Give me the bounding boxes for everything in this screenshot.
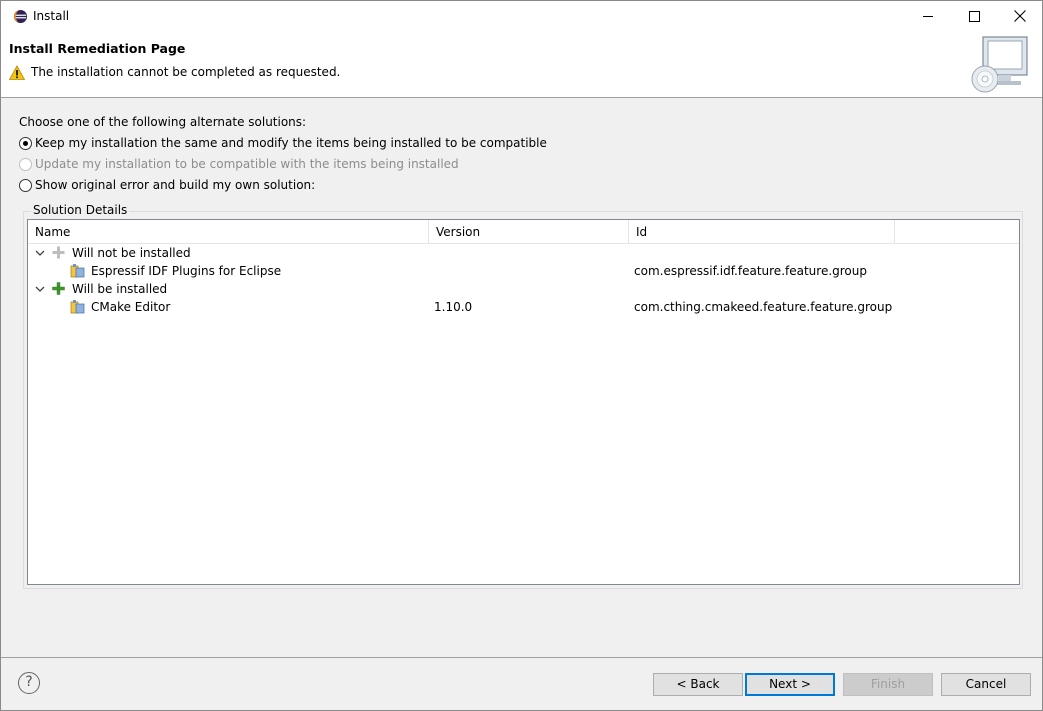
- eclipse-app-icon: [13, 9, 28, 24]
- title-bar: Install: [1, 1, 1042, 31]
- choose-prompt: Choose one of the following alternate so…: [19, 115, 307, 129]
- window-title: Install: [33, 9, 70, 23]
- solution-details-tree[interactable]: Name Version Id Will not be installed Es…: [27, 219, 1020, 585]
- option-label: Keep my installation the same and modify…: [35, 136, 547, 150]
- feature-name: Espressif IDF Plugins for Eclipse: [91, 264, 282, 278]
- table-row[interactable]: CMake Editor 1.10.0 com.cthing.cmakeed.f…: [28, 298, 1019, 316]
- table-row[interactable]: Espressif IDF Plugins for Eclipse com.es…: [28, 262, 1019, 280]
- next-button[interactable]: Next >: [745, 673, 835, 696]
- feature-name: CMake Editor: [91, 300, 171, 314]
- add-plus-green-icon: [52, 282, 65, 295]
- close-button[interactable]: [997, 1, 1043, 31]
- option-keep-installation[interactable]: Keep my installation the same and modify…: [19, 136, 547, 150]
- radio-keep-installation[interactable]: [19, 136, 32, 150]
- group-label: Will be installed: [72, 282, 168, 296]
- header-banner: Install Remediation Page The installatio…: [1, 31, 1042, 98]
- option-show-original-error[interactable]: Show original error and build my own sol…: [19, 178, 315, 192]
- radio-show-original-error[interactable]: [19, 178, 32, 192]
- option-update-installation: Update my installation to be compatible …: [19, 157, 459, 171]
- feature-plugin-icon: [70, 264, 85, 278]
- status-message: The installation cannot be completed as …: [31, 65, 341, 79]
- minimize-icon: [922, 15, 933, 17]
- chevron-down-icon[interactable]: [35, 248, 45, 258]
- back-button[interactable]: < Back: [653, 673, 743, 696]
- install-dialog: Install Install Remediation Page The ins…: [0, 0, 1043, 711]
- cancel-button[interactable]: Cancel: [941, 673, 1031, 696]
- feature-version: 1.10.0: [434, 300, 473, 314]
- column-header-id[interactable]: Id: [629, 220, 895, 244]
- tree-group-row[interactable]: Will not be installed: [28, 244, 1019, 262]
- install-computer-icon: [971, 36, 1028, 93]
- warning-icon: [9, 65, 25, 80]
- maximize-icon: [968, 10, 980, 22]
- remove-plus-gray-icon: [52, 246, 65, 259]
- column-header-name[interactable]: Name: [28, 220, 429, 244]
- finish-button: Finish: [843, 673, 933, 696]
- close-icon: [1014, 10, 1026, 22]
- column-header-version[interactable]: Version: [429, 220, 629, 244]
- minimize-button[interactable]: [905, 1, 951, 31]
- tree-header: Name Version Id: [28, 220, 1019, 244]
- help-button[interactable]: ?: [18, 672, 40, 694]
- group-label: Will not be installed: [72, 246, 191, 260]
- feature-plugin-icon: [70, 300, 85, 314]
- radio-update-installation: [19, 157, 32, 171]
- option-label: Show original error and build my own sol…: [35, 178, 316, 192]
- solution-details-legend: Solution Details: [31, 203, 130, 217]
- option-label: Update my installation to be compatible …: [35, 157, 459, 171]
- feature-id: com.espressif.idf.feature.feature.group: [634, 264, 867, 278]
- chevron-down-icon[interactable]: [35, 284, 45, 294]
- tree-group-row[interactable]: Will be installed: [28, 280, 1019, 298]
- feature-id: com.cthing.cmakeed.feature.feature.group: [634, 300, 893, 314]
- footer-divider: [1, 657, 1042, 658]
- maximize-button[interactable]: [951, 1, 997, 31]
- page-title: Install Remediation Page: [9, 41, 186, 56]
